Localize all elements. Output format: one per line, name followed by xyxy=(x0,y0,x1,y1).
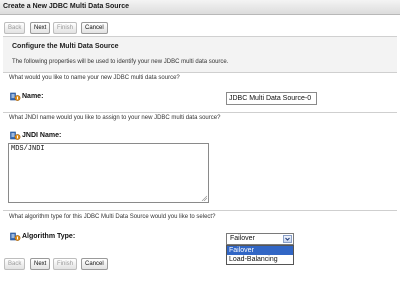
section-description: The following properties will be used to… xyxy=(12,59,229,65)
divider xyxy=(3,112,397,113)
bottom-button-bar: Back Next Finish Cancel xyxy=(0,255,400,273)
cancel-button[interactable]: Cancel xyxy=(81,22,108,34)
name-question: What would you like to name your new JDB… xyxy=(9,75,180,81)
algorithm-select[interactable]: Failover xyxy=(226,233,294,245)
property-icon xyxy=(10,92,21,102)
jndi-question: What JNDI name would you like to assign … xyxy=(9,115,221,121)
chevron-down-icon[interactable] xyxy=(283,235,292,243)
top-button-bar: Back Next Finish Cancel xyxy=(0,19,400,37)
algorithm-selected-value: Failover xyxy=(230,235,255,242)
section-title: Configure the Multi Data Source xyxy=(12,43,119,50)
divider xyxy=(3,72,397,73)
dialog-titlebar: Create a New JDBC Multi Data Source xyxy=(0,0,400,15)
back-button[interactable]: Back xyxy=(4,258,26,270)
finish-button[interactable]: Finish xyxy=(53,22,78,34)
next-button[interactable]: Next xyxy=(30,22,51,34)
algorithm-label: Algorithm Type: xyxy=(22,233,76,240)
finish-button[interactable]: Finish xyxy=(53,258,78,270)
back-button[interactable]: Back xyxy=(4,22,26,34)
resize-grip-icon[interactable] xyxy=(201,195,208,202)
name-input[interactable]: JDBC Multi Data Source-0 xyxy=(226,92,317,105)
property-icon xyxy=(10,232,21,242)
next-button[interactable]: Next xyxy=(30,258,51,270)
dialog-title: Create a New JDBC Multi Data Source xyxy=(3,3,130,10)
jndi-label: JNDI Name: xyxy=(22,132,62,139)
option-failover[interactable]: Failover xyxy=(227,246,293,255)
divider xyxy=(3,210,397,211)
property-icon xyxy=(10,131,21,141)
jndi-textarea[interactable]: MDS/JNDI xyxy=(8,143,209,203)
cancel-button[interactable]: Cancel xyxy=(81,258,108,270)
name-label: Name: xyxy=(22,93,44,100)
algorithm-question: What algorithm type for this JDBC Multi … xyxy=(9,214,216,220)
jndi-value: MDS/JNDI xyxy=(11,145,45,153)
configure-section: Configure the Multi Data Source The foll… xyxy=(3,36,397,73)
